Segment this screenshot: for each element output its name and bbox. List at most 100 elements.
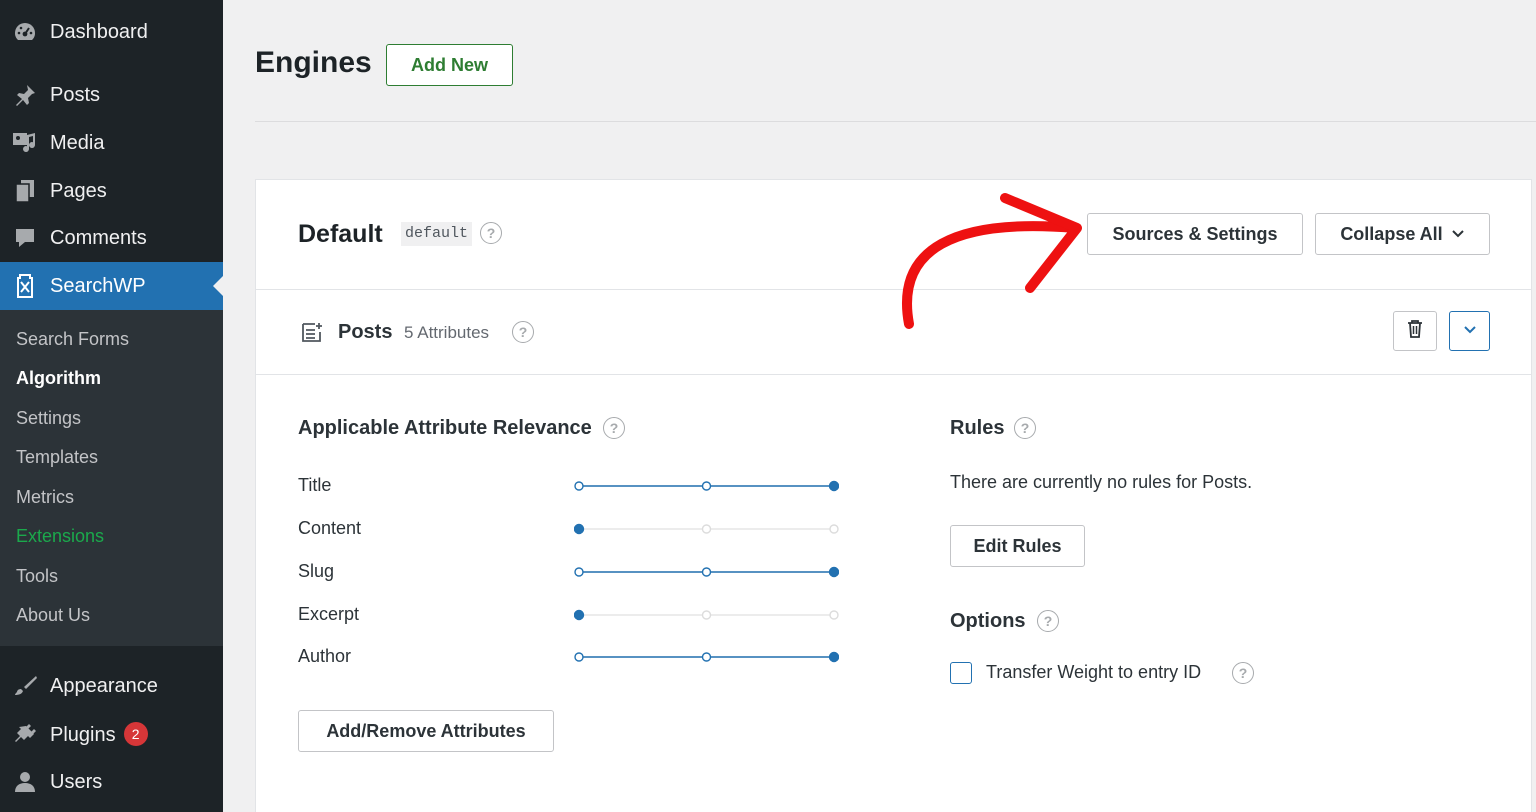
slider-step [829, 610, 839, 620]
slider-step [701, 567, 712, 577]
slider-step [701, 652, 712, 662]
no-rules-message: There are currently no rules for Posts. [950, 472, 1253, 492]
attribute-label: Content [298, 518, 362, 538]
menu-appearance[interactable]: Appearance [0, 662, 223, 710]
sources-settings-button[interactable]: Sources & Settings [1087, 213, 1303, 255]
edit-rules-button[interactable]: Edit Rules [950, 525, 1085, 567]
menu-label: Comments [50, 226, 147, 249]
add-new-button[interactable]: Add New [386, 44, 513, 86]
menu-label: Plugins 2 [50, 721, 148, 747]
menu-dashboard[interactable]: Dashboard [0, 8, 223, 56]
update-count-badge: 2 [123, 721, 148, 746]
help-icon[interactable]: ? [512, 321, 534, 343]
submenu-settings[interactable]: Settings [16, 408, 81, 429]
engine-name: Default [298, 220, 383, 248]
searchwp-icon [12, 273, 38, 299]
submenu-search-forms[interactable]: Search Forms [16, 329, 129, 350]
submenu-metrics[interactable]: Metrics [16, 487, 74, 508]
engine-card: Default default ? Sources & Settings Col… [255, 179, 1532, 812]
pages-icon [12, 178, 38, 204]
posts-source-icon [301, 321, 323, 348]
delete-source-button[interactable] [1393, 311, 1437, 351]
attribute-label: Excerpt [298, 604, 360, 624]
plugins-label: Plugins [50, 723, 116, 746]
active-indicator [213, 276, 223, 296]
options-title: Options [950, 610, 1026, 632]
slider-step [701, 524, 712, 534]
submenu-templates[interactable]: Templates [16, 447, 98, 468]
dashboard-icon [12, 19, 38, 45]
menu-label: Pages [50, 179, 107, 202]
user-icon [12, 769, 38, 795]
menu-plugins[interactable]: Plugins 2 [0, 710, 223, 758]
card-divider [256, 289, 1531, 290]
weight-slider[interactable] [574, 478, 839, 494]
menu-label: Media [50, 131, 105, 154]
menu-posts[interactable]: Posts [0, 71, 223, 119]
help-icon[interactable]: ? [1014, 417, 1036, 439]
brush-icon [12, 673, 38, 699]
weight-slider[interactable] [574, 607, 839, 623]
menu-pages[interactable]: Pages [0, 167, 223, 215]
slider-track [574, 651, 839, 663]
add-remove-attributes-button[interactable]: Add/Remove Attributes [298, 710, 554, 752]
searchwp-submenu: Search Forms Algorithm Settings Template… [0, 310, 223, 646]
weight-slider[interactable] [574, 521, 839, 537]
menu-label: Users [50, 770, 103, 793]
menu-users[interactable]: Users [0, 758, 223, 806]
menu-comments[interactable]: Comments [0, 214, 223, 262]
slider-thumb [828, 651, 839, 663]
menu-searchwp[interactable]: SearchWP [0, 262, 223, 310]
weight-slider[interactable] [574, 564, 839, 580]
attribute-label: Slug [298, 561, 335, 581]
menu-label: Posts [50, 83, 101, 106]
chevron-down-icon [1463, 322, 1477, 340]
submenu-algorithm[interactable]: Algorithm [16, 368, 101, 389]
menu-label: SearchWP [50, 274, 146, 297]
engine-slug: default [401, 222, 473, 246]
transfer-weight-checkbox[interactable] [950, 662, 972, 684]
media-icon [12, 130, 38, 156]
trash-icon [1407, 319, 1423, 344]
slider-step [574, 652, 584, 662]
slider-track [574, 609, 839, 621]
pin-icon [12, 82, 38, 108]
collapse-all-button[interactable]: Collapse All [1315, 213, 1490, 255]
slider-track [574, 480, 839, 492]
submenu-tools[interactable]: Tools [16, 566, 58, 587]
collapse-all-label: Collapse All [1340, 223, 1443, 244]
slider-step [701, 481, 712, 491]
plug-icon [12, 721, 38, 747]
toggle-source-button[interactable] [1449, 311, 1490, 351]
card-divider [256, 374, 1531, 375]
slider-thumb [828, 566, 839, 578]
relevance-title: Applicable Attribute Relevance [298, 417, 592, 439]
transfer-weight-label: Transfer Weight to entry ID [986, 662, 1202, 682]
attribute-label: Title [298, 475, 332, 495]
menu-label: Appearance [50, 674, 158, 697]
help-icon[interactable]: ? [1037, 610, 1059, 632]
slider-thumb [828, 480, 839, 492]
source-title: Posts [338, 321, 393, 343]
help-icon[interactable]: ? [1232, 662, 1254, 684]
comment-icon [12, 225, 38, 251]
slider-step [701, 610, 712, 620]
submenu-extensions[interactable]: Extensions [16, 526, 104, 547]
help-icon[interactable]: ? [603, 417, 625, 439]
weight-slider[interactable] [574, 649, 839, 665]
slider-thumb [574, 523, 585, 535]
slider-step [574, 481, 584, 491]
rules-title: Rules [950, 417, 1005, 439]
slider-track [574, 523, 839, 535]
menu-label: Dashboard [50, 20, 148, 43]
menu-media[interactable]: Media [0, 119, 223, 167]
admin-sidebar: Dashboard Posts Media Pages Comments Sea… [0, 0, 223, 812]
submenu-about-us[interactable]: About Us [16, 605, 90, 626]
source-attribute-count: 5 Attributes [404, 323, 490, 342]
slider-step [574, 567, 584, 577]
help-icon[interactable]: ? [480, 222, 502, 244]
attribute-label: Author [298, 646, 352, 666]
header-divider [255, 121, 1536, 122]
slider-thumb [574, 609, 585, 621]
chevron-down-icon [1451, 229, 1465, 239]
